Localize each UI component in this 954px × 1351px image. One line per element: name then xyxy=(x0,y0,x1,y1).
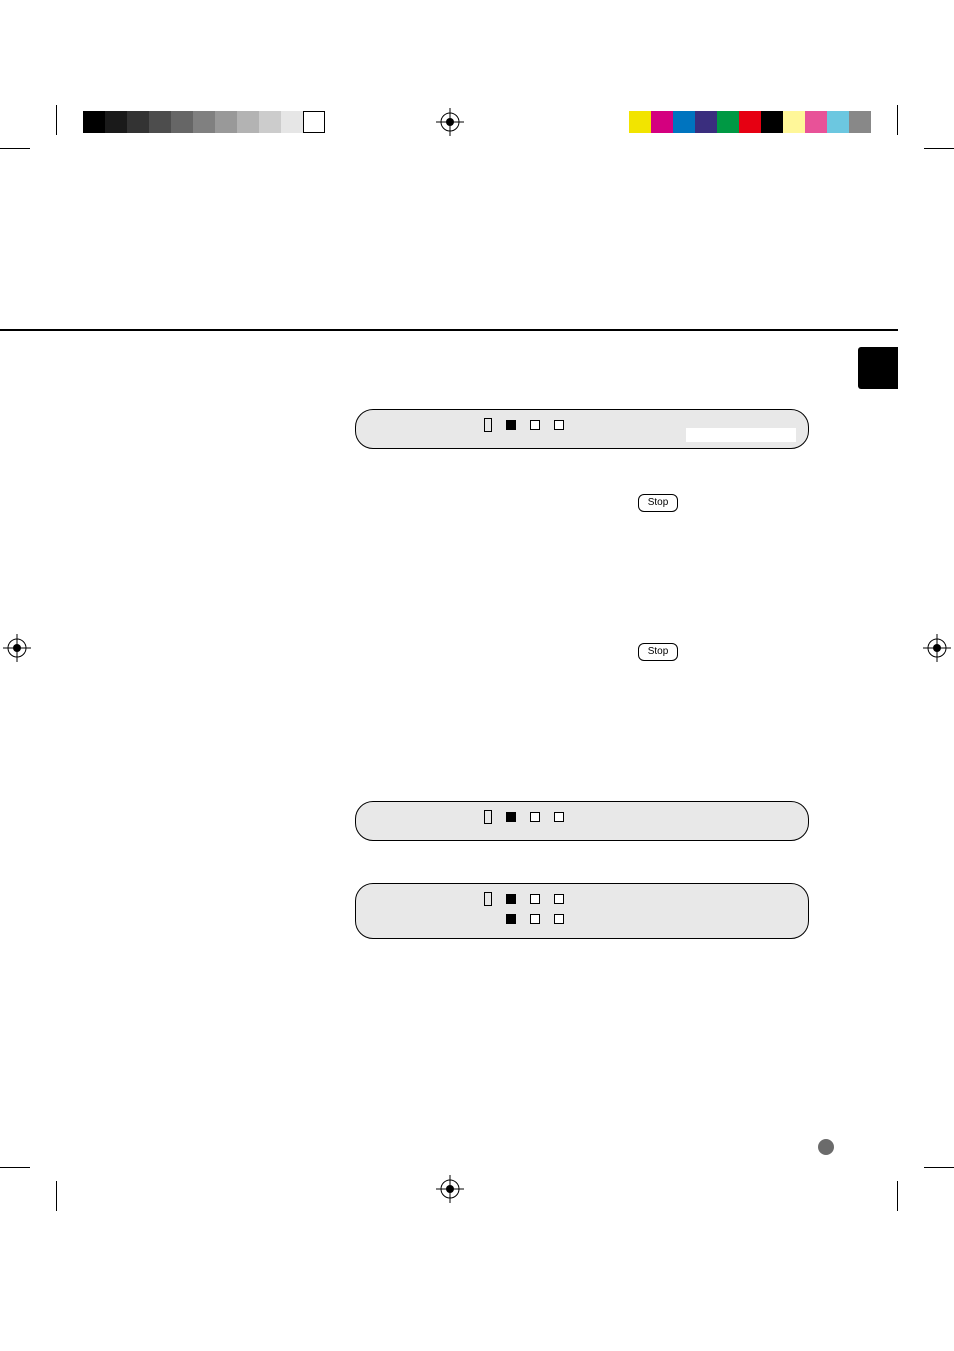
swatch xyxy=(303,111,325,133)
swatch xyxy=(149,111,171,133)
swatch xyxy=(127,111,149,133)
crop-mark xyxy=(0,1167,30,1168)
swatch xyxy=(629,111,651,133)
box-indicator-icon xyxy=(554,812,564,822)
crop-mark xyxy=(924,1167,954,1168)
registration-mark-icon xyxy=(436,108,464,136)
box-indicator-icon xyxy=(530,894,540,904)
crop-guide xyxy=(897,1181,898,1211)
swatch xyxy=(215,111,237,133)
box-indicator-icon xyxy=(530,914,540,924)
stop-button-icon: Stop xyxy=(638,643,678,661)
lcd-icon-row xyxy=(506,914,564,924)
box-indicator-icon xyxy=(554,420,564,430)
crop-mark xyxy=(924,148,954,149)
swatch xyxy=(281,111,303,133)
crop-guide xyxy=(56,105,57,135)
swatch xyxy=(717,111,739,133)
grayscale-swatch-strip xyxy=(83,111,325,133)
stop-button-icon: Stop xyxy=(638,494,678,512)
lcd-display-panel xyxy=(355,409,809,449)
swatch xyxy=(259,111,281,133)
registration-mark-icon xyxy=(3,634,31,662)
cassette-icon xyxy=(484,418,492,432)
swatch xyxy=(83,111,105,133)
swatch xyxy=(783,111,805,133)
color-swatch-strip xyxy=(629,111,871,133)
section-tab xyxy=(858,347,898,389)
swatch xyxy=(673,111,695,133)
lcd-icon-row xyxy=(484,892,564,906)
swatch xyxy=(849,111,871,133)
box-indicator-icon xyxy=(554,894,564,904)
cassette-icon xyxy=(484,810,492,824)
registration-mark-icon xyxy=(923,634,951,662)
box-indicator-icon xyxy=(554,914,564,924)
swatch xyxy=(827,111,849,133)
crop-mark xyxy=(0,148,30,149)
stop-indicator-icon xyxy=(506,812,516,822)
swatch xyxy=(171,111,193,133)
swatch xyxy=(805,111,827,133)
cassette-icon xyxy=(484,892,492,906)
lcd-display-panel xyxy=(355,801,809,841)
lcd-icon-row xyxy=(484,418,564,432)
lcd-display-panel xyxy=(355,883,809,939)
crop-guide xyxy=(56,1181,57,1211)
swatch xyxy=(739,111,761,133)
swatch xyxy=(237,111,259,133)
page-number-dot xyxy=(818,1139,834,1155)
swatch xyxy=(105,111,127,133)
stop-indicator-icon xyxy=(506,914,516,924)
lcd-icon-row xyxy=(484,810,564,824)
swatch xyxy=(193,111,215,133)
stop-indicator-icon xyxy=(506,894,516,904)
lcd-sublabel-box xyxy=(686,428,796,442)
box-indicator-icon xyxy=(530,812,540,822)
swatch xyxy=(651,111,673,133)
registration-mark-icon xyxy=(436,1175,464,1203)
box-indicator-icon xyxy=(530,420,540,430)
swatch xyxy=(761,111,783,133)
crop-guide xyxy=(897,105,898,135)
header-divider xyxy=(0,329,898,331)
swatch xyxy=(695,111,717,133)
stop-indicator-icon xyxy=(506,420,516,430)
